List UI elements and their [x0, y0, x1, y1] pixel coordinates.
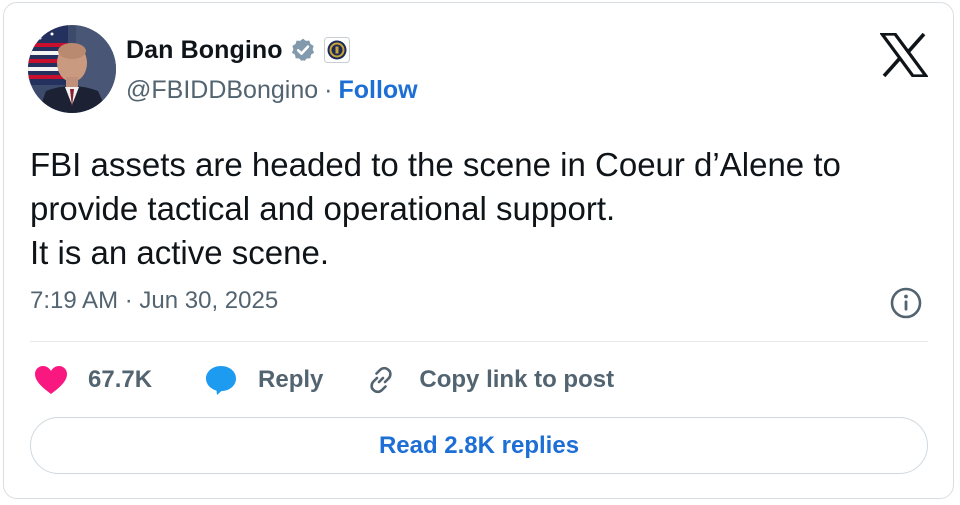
tweet-text-line: FBI assets are headed to the scene in Co…: [30, 146, 841, 183]
follow-button[interactable]: Follow: [338, 76, 417, 105]
speech-bubble-icon: [206, 366, 237, 395]
read-replies-label: Read 2.8K replies: [378, 431, 580, 459]
author-name-row: Dan Bongino: [126, 35, 350, 65]
tweet-card: Dan Bongino @FBIDDBongino · Follow FBI a…: [3, 2, 954, 499]
link-icon: [370, 366, 393, 394]
author-name[interactable]: Dan Bongino: [126, 36, 283, 65]
tweet-text-line: provide tactical and operational support…: [30, 190, 616, 227]
info-icon[interactable]: [889, 286, 923, 320]
copy-link-label: Copy link to post: [419, 366, 615, 393]
like-button[interactable]: 67.7K: [34, 365, 152, 395]
author-avatar[interactable]: [28, 25, 116, 113]
tweet-timestamp[interactable]: 7:19 AM · Jun 30, 2025: [30, 287, 278, 315]
copy-link-button[interactable]: Copy link to post: [365, 364, 614, 396]
like-count: 67.7K: [88, 366, 153, 393]
reply-button[interactable]: Reply: [204, 364, 323, 396]
author-handle-row: @FBIDDBongino · Follow: [126, 75, 418, 105]
action-bar: 67.7K Reply Copy link to post: [34, 363, 614, 397]
profile-photo: [28, 25, 116, 113]
author-handle[interactable]: @FBIDDBongino: [126, 76, 318, 105]
read-replies-button[interactable]: Read 2.8K replies: [30, 417, 928, 474]
fbi-seal-icon: [323, 37, 350, 63]
verified-badge-icon: [291, 38, 314, 62]
x-logo-icon[interactable]: [880, 33, 928, 77]
heart-icon: [35, 366, 67, 394]
divider: [30, 341, 928, 342]
tweet-text: FBI assets are headed to the scene in Co…: [30, 143, 930, 275]
separator-dot: ·: [324, 75, 333, 104]
reply-label: Reply: [258, 366, 324, 393]
tweet-text-line: It is an active scene.: [30, 234, 329, 271]
